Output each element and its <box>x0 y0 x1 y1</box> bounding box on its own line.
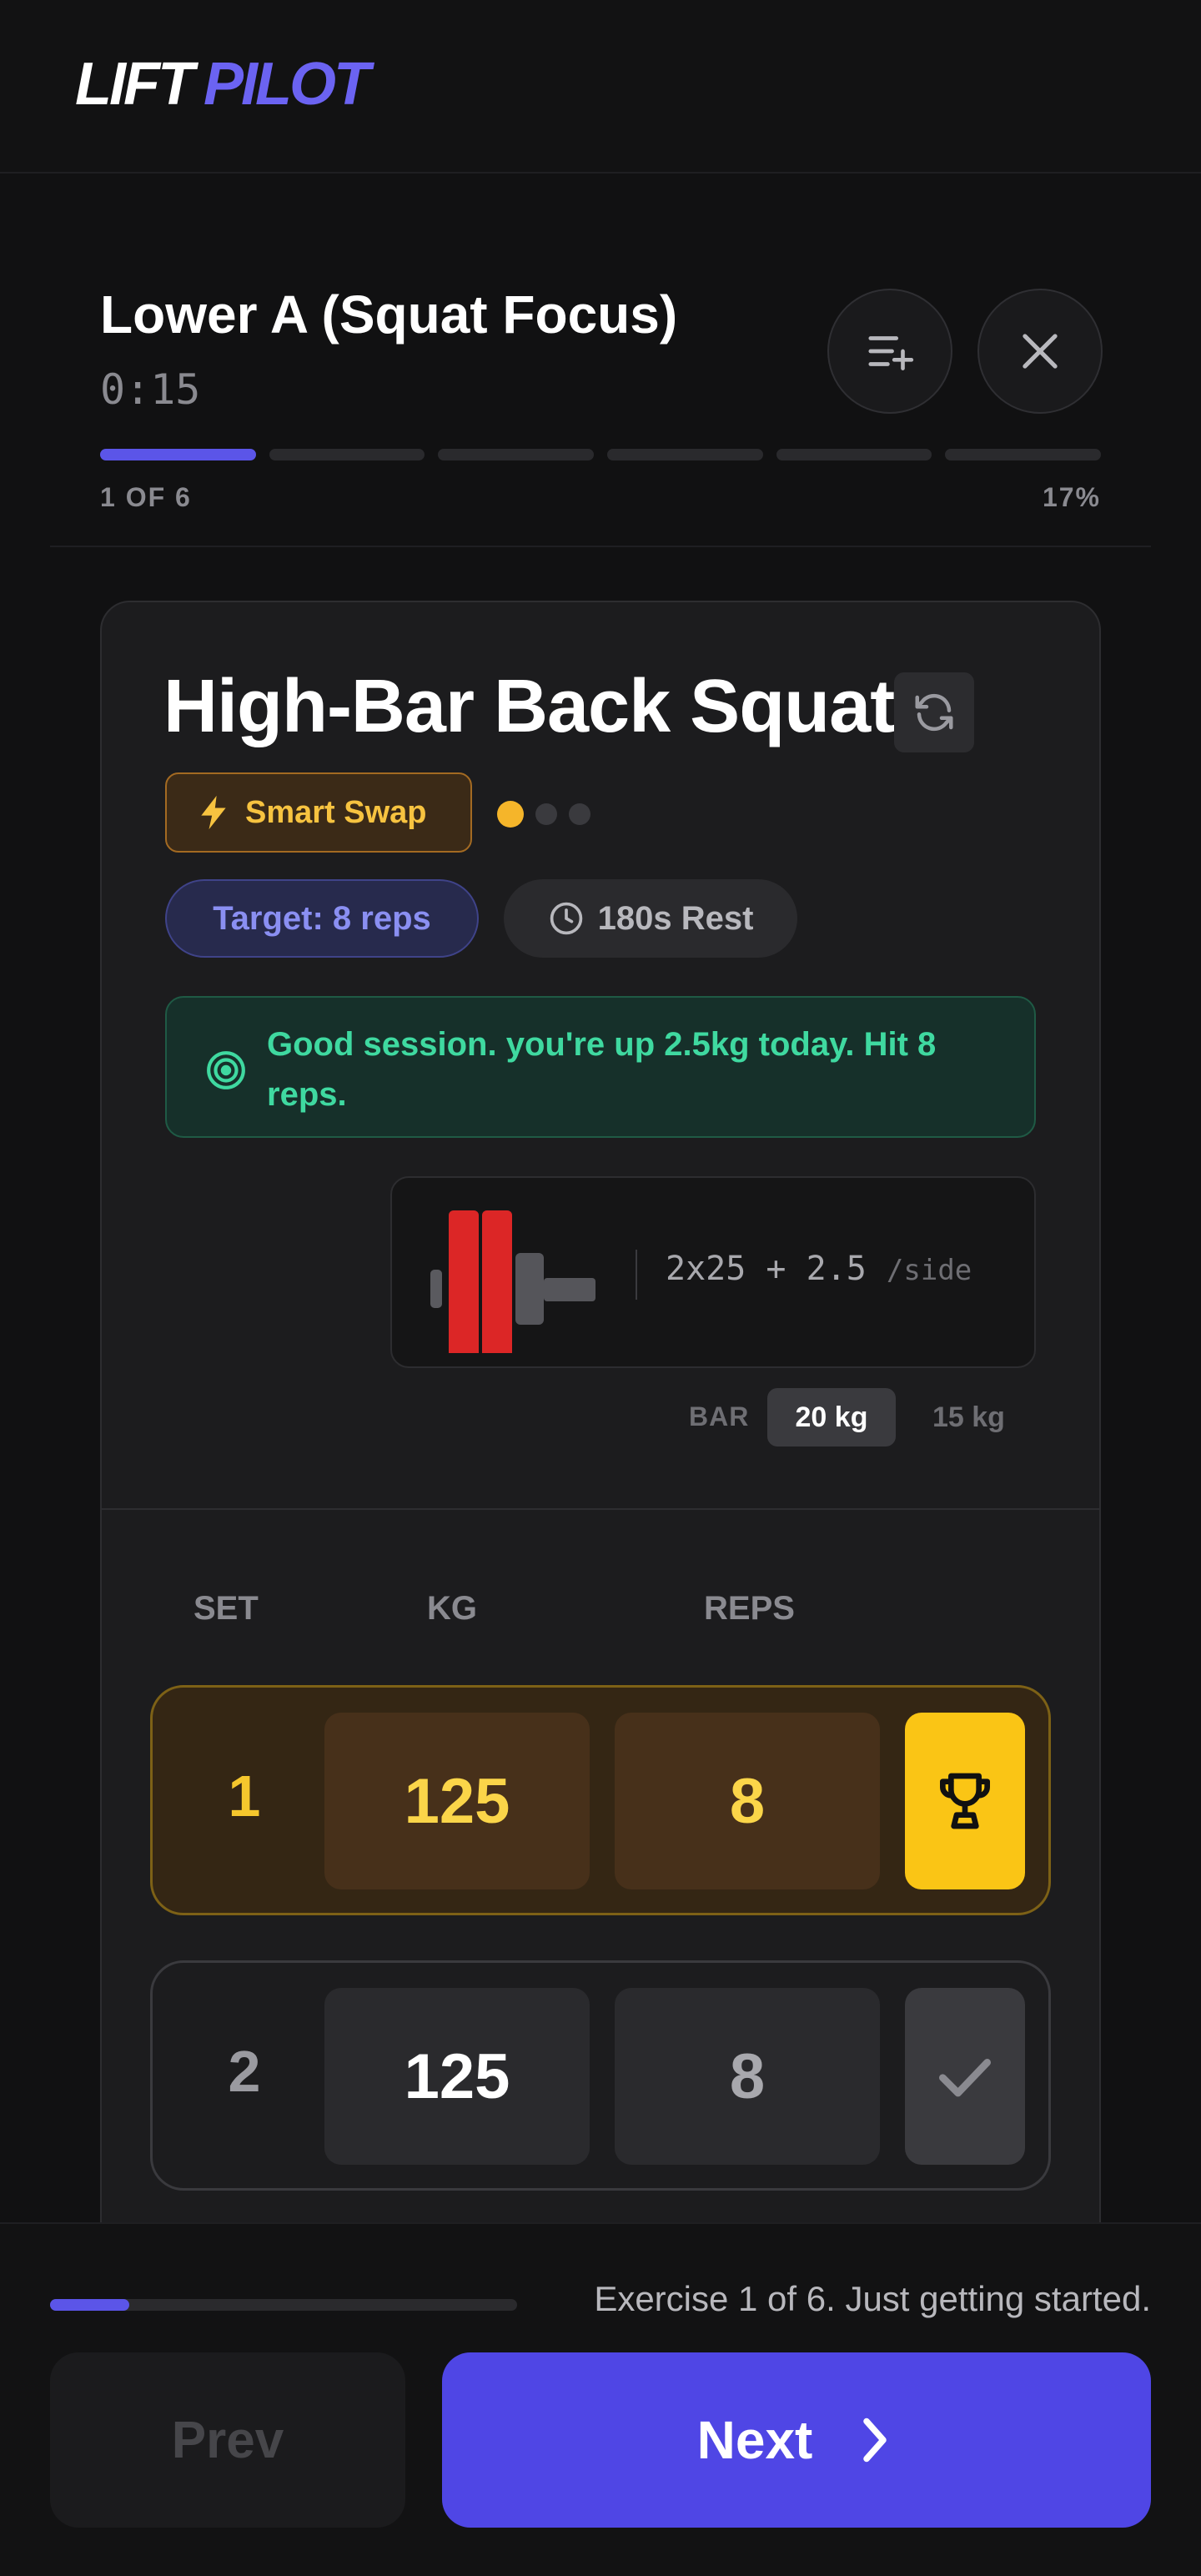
progress-segment <box>269 449 425 460</box>
workout-progress-segments <box>100 449 1102 460</box>
brand-word-2: PILOT <box>203 51 370 118</box>
plate-breakdown-unit: /side <box>886 1254 972 1287</box>
weight-input[interactable]: 125 <box>324 1988 590 2165</box>
personal-record-button[interactable] <box>905 1713 1025 1889</box>
footer-status: Exercise 1 of 6. Just getting started. <box>594 2279 1151 2318</box>
barbell-plates-icon <box>430 1210 595 1353</box>
complete-set-button[interactable] <box>905 1988 1025 2165</box>
carousel-dot-2[interactable] <box>535 803 557 825</box>
check-icon <box>939 2059 991 2097</box>
carousel-dot-1[interactable] <box>497 801 524 828</box>
set-number: 1 <box>228 1763 261 1829</box>
clock-icon <box>550 902 582 935</box>
rest-timer-badge[interactable]: 180s Rest <box>504 879 797 958</box>
column-header-kg: KG <box>427 1590 477 1627</box>
carousel-dot-3[interactable] <box>569 803 590 825</box>
brand-word-1: LIFT <box>75 51 194 118</box>
overall-progress-fill <box>50 2299 130 2311</box>
workout-title: Lower A (Squat Focus) <box>100 284 678 345</box>
progress-percent: 17% <box>1042 482 1101 512</box>
target-reps-badge: Target: 8 reps <box>165 879 479 958</box>
progress-segment <box>438 449 595 460</box>
workout-timer: 0:15 <box>100 365 201 414</box>
app-header: LIFT PILOT <box>0 0 1201 174</box>
set-row: 1 125 8 <box>150 1685 1051 1915</box>
progress-segment <box>607 449 763 460</box>
overall-progress-bar <box>50 2299 517 2311</box>
lightning-icon <box>201 795 226 830</box>
exercise-title: High-Bar Back Squat <box>163 665 895 748</box>
plate-divider <box>636 1250 637 1300</box>
workout-screen: LIFT PILOT Lower A (Squat Focus) 0:15 1 O… <box>0 0 1201 2576</box>
prev-button[interactable]: Prev <box>50 2352 405 2528</box>
progress-count: 1 OF 6 <box>100 482 192 512</box>
column-header-reps: REPS <box>704 1590 795 1627</box>
add-exercise-button[interactable] <box>827 289 952 414</box>
coach-message: Good session. you're up 2.5kg today. Hit… <box>267 1026 937 1113</box>
set-number: 2 <box>228 2039 261 2104</box>
next-label: Next <box>696 2410 813 2470</box>
swap-exercise-button[interactable] <box>894 672 974 752</box>
header-divider <box>50 546 1151 547</box>
weight-input[interactable]: 125 <box>324 1713 590 1889</box>
close-workout-button[interactable] <box>977 289 1103 414</box>
set-row: 2 125 8 <box>150 1960 1051 2191</box>
bar-weight-label: BAR <box>689 1401 750 1431</box>
trophy-icon <box>940 1773 990 1829</box>
refresh-icon <box>915 693 953 732</box>
plate-calculator: 2x25 + 2.5 /side <box>390 1176 1036 1368</box>
reps-input[interactable]: 8 <box>615 1713 880 1889</box>
brand-logo: LIFT PILOT <box>75 50 370 118</box>
reps-input[interactable]: 8 <box>615 1988 880 2165</box>
progress-segment <box>100 449 256 460</box>
close-icon <box>1023 334 1058 369</box>
progress-segment <box>945 449 1102 460</box>
plate-breakdown-value: 2x25 + 2.5 <box>666 1250 867 1288</box>
plate-breakdown: 2x25 + 2.5 /side <box>666 1250 972 1288</box>
smart-swap-button[interactable]: Smart Swap <box>165 772 472 853</box>
swap-carousel-dots <box>497 801 590 828</box>
next-button[interactable]: Next <box>442 2352 1151 2528</box>
bar-option-20kg[interactable]: 20 kg <box>767 1388 896 1446</box>
coach-message-box: Good session. you're up 2.5kg today. Hit… <box>165 996 1036 1138</box>
progress-segment <box>776 449 932 460</box>
smart-swap-label: Smart Swap <box>245 794 427 830</box>
target-icon <box>207 1051 245 1089</box>
column-header-set: SET <box>193 1590 259 1627</box>
rest-label: 180s Rest <box>597 899 754 937</box>
footer-bar: Exercise 1 of 6. Just getting started. P… <box>0 2222 1201 2576</box>
list-plus-icon <box>868 336 914 370</box>
chevron-right-icon <box>863 2418 887 2463</box>
bar-option-15kg[interactable]: 15 kg <box>932 1401 1005 1434</box>
card-divider <box>102 1508 1099 1510</box>
